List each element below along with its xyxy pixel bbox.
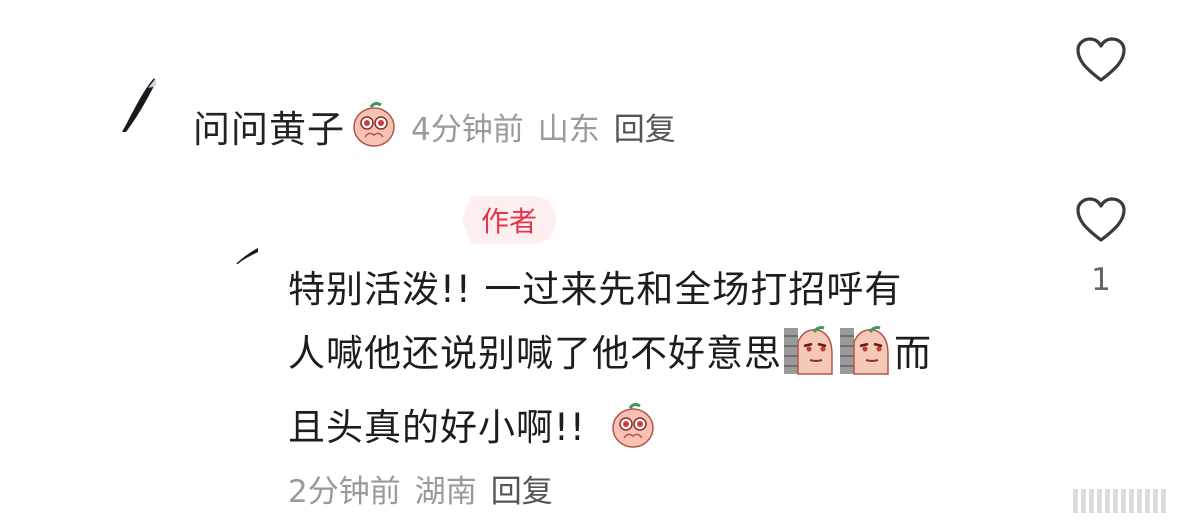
comment-time: 4分钟前	[411, 111, 524, 148]
comment-location: 山东	[537, 111, 600, 148]
pleading-emoji	[349, 99, 399, 153]
reply-reply-button[interactable]: 回复	[491, 474, 553, 510]
comment-reply-button[interactable]: 回复	[614, 112, 676, 148]
reply-text-segment: 人喊他还说别喊了他不好意思	[288, 332, 782, 375]
replier-avatar[interactable]	[232, 244, 262, 266]
reply-like-count: 1	[1091, 262, 1111, 298]
reply-text-segment: 且头真的好小啊!!	[288, 406, 586, 449]
shy-peek-emoji	[782, 324, 838, 396]
watermark	[1073, 489, 1169, 513]
reply-text-line: 人喊他还说别喊了他不好意思 而	[288, 322, 1048, 396]
reply-like-button[interactable]: 1	[1074, 196, 1128, 298]
commenter-avatar[interactable]	[118, 74, 160, 136]
reply-location: 湖南	[414, 474, 477, 510]
shy-peek-emoji	[838, 324, 894, 396]
reply-text: 特别活泼!! 一过来先和全场打招呼有 人喊他还说别喊了他不好意思 而 且头真的好…	[288, 258, 1048, 470]
pleading-emoji	[608, 400, 658, 470]
reply-text-line: 且头真的好小啊!!	[288, 396, 1048, 470]
comment-username[interactable]: 问问黄子	[193, 99, 345, 153]
comment-header: 问问黄子 4分钟前 山东 回复	[193, 98, 690, 154]
author-badge: 作者	[462, 196, 556, 244]
heart-outline-icon	[1076, 37, 1126, 82]
reply-time: 2分钟前	[288, 474, 401, 510]
heart-outline-icon	[1076, 197, 1126, 242]
comment-meta: 4分钟前 山东 回复	[411, 104, 690, 149]
reply-text-line: 特别活泼!! 一过来先和全场打招呼有	[288, 268, 903, 311]
comment-like-button[interactable]	[1074, 36, 1128, 84]
reply-text-segment: 而	[894, 332, 932, 375]
reply-meta: 2分钟前 湖南 回复	[288, 466, 567, 511]
